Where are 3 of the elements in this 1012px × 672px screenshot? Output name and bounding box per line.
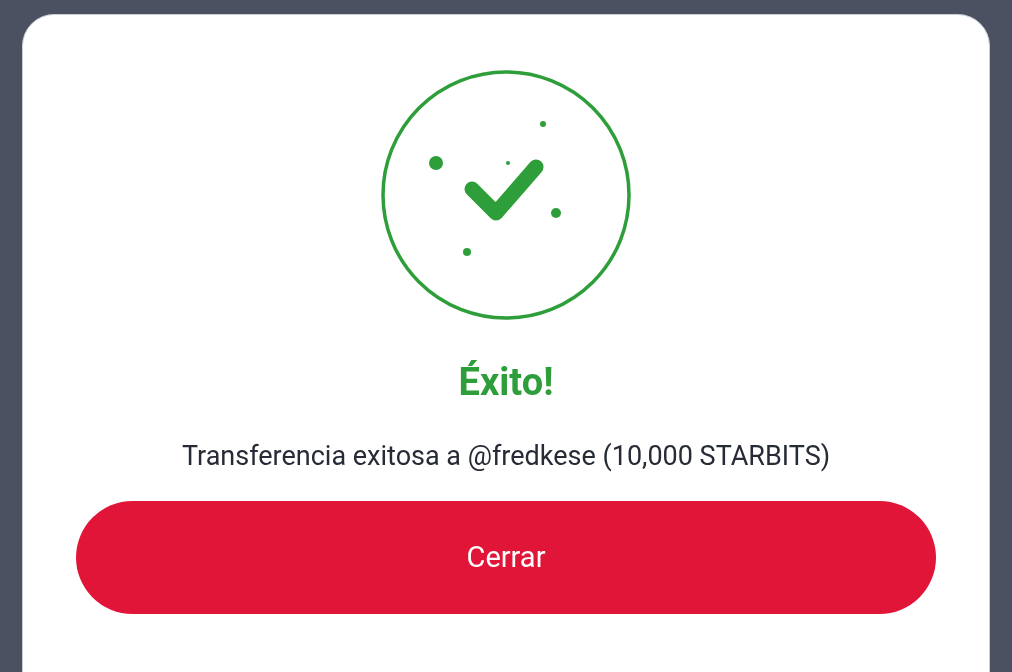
close-button[interactable]: Cerrar (76, 501, 936, 614)
dialog-message: Transferencia exitosa a @fredkese (10,000 STARBITS) (181, 443, 831, 470)
success-check-icon (380, 69, 632, 321)
